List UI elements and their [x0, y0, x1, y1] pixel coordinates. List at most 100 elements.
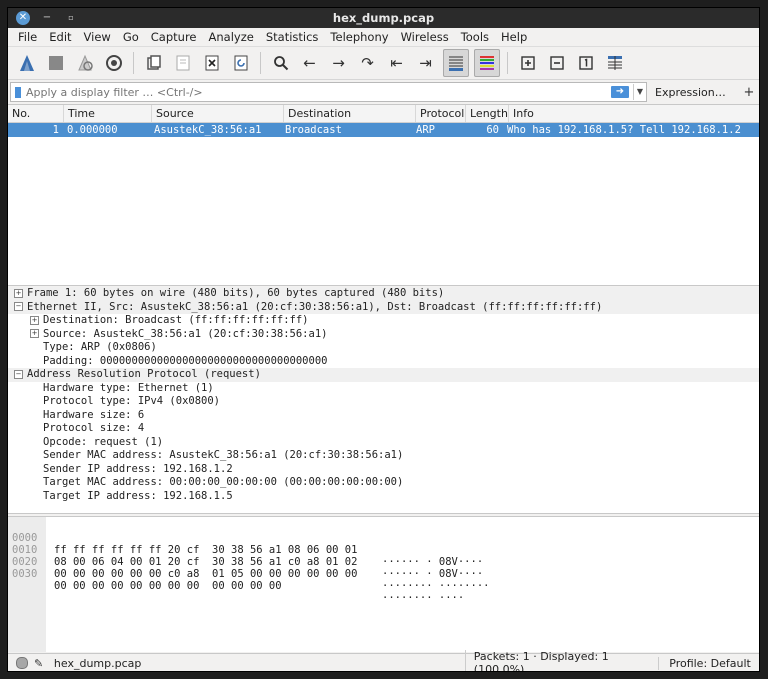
close-file-icon[interactable] — [200, 51, 224, 75]
menu-analyze[interactable]: Analyze — [203, 30, 260, 44]
hex-row[interactable]: 0000 ff ff ff ff ff ff 20 cf 30 38 56 a1… — [8, 520, 483, 568]
find-packet-icon[interactable] — [269, 51, 293, 75]
status-profile[interactable]: Profile: Default — [658, 656, 759, 670]
open-file-icon[interactable] — [142, 51, 166, 75]
hex-ascii: ······ · 08V···· — [382, 568, 484, 580]
collapse-icon[interactable]: − — [14, 369, 23, 379]
hex-bytes: ff ff ff ff ff ff 20 cf 30 38 56 a1 08 0… — [54, 544, 358, 556]
menu-bar: File Edit View Go Capture Analyze Statis… — [8, 28, 759, 47]
column-info[interactable]: Info — [509, 105, 759, 122]
go-to-packet-icon[interactable]: ↷ — [356, 51, 380, 75]
hex-offset: 0030 — [12, 568, 38, 580]
hex-ascii: ········ ···· — [382, 592, 465, 604]
packet-list-header: No. Time Source Destination Protocol Len… — [8, 105, 759, 123]
restart-capture-icon[interactable] — [73, 51, 97, 75]
title-bar: ✕ − ▫ hex_dump.pcap — [8, 8, 759, 28]
menu-edit[interactable]: Edit — [43, 30, 77, 44]
column-time[interactable]: Time — [64, 105, 152, 122]
edit-comment-icon[interactable]: ✎ — [34, 657, 48, 670]
go-back-icon[interactable]: ← — [298, 51, 322, 75]
last-packet-icon[interactable]: ⇥ — [414, 51, 438, 75]
hex-ascii: ······ · 08V···· — [382, 556, 484, 568]
capture-options-icon[interactable] — [102, 51, 126, 75]
main-toolbar: ← → ↷ ⇤ ⇥ — [8, 47, 759, 80]
column-protocol[interactable]: Protocol — [416, 105, 466, 122]
expert-info-icon[interactable] — [16, 657, 28, 669]
tree-item-arp-field[interactable]: Target IP address: 192.168.1.5 — [8, 490, 759, 504]
packet-no: 1 — [52, 124, 59, 136]
filter-dropdown-icon[interactable]: ▼ — [633, 84, 646, 100]
zoom-in-icon[interactable] — [516, 51, 540, 75]
column-destination[interactable]: Destination — [284, 105, 416, 122]
packet-destination: Broadcast — [285, 124, 342, 136]
tree-item-arp-field[interactable]: Hardware size: 6 — [8, 409, 759, 423]
tree-item-arp-field[interactable]: Sender IP address: 192.168.1.2 — [8, 463, 759, 477]
resize-columns-icon[interactable] — [603, 51, 627, 75]
menu-capture[interactable]: Capture — [145, 30, 203, 44]
normal-size-icon[interactable] — [574, 51, 598, 75]
menu-tools[interactable]: Tools — [455, 30, 495, 44]
packet-length: 60 — [486, 124, 499, 136]
autoscroll-icon[interactable] — [442, 49, 469, 77]
menu-go[interactable]: Go — [117, 30, 145, 44]
expand-icon[interactable]: + — [14, 288, 23, 298]
menu-statistics[interactable]: Statistics — [260, 30, 325, 44]
packet-source: AsustekC_38:56:a1 — [154, 124, 262, 136]
toolbar-separator — [507, 52, 508, 74]
tree-item-eth-type[interactable]: Type: ARP (0x0806) — [8, 341, 759, 355]
display-filter-input[interactable] — [26, 85, 611, 99]
tree-item-arp-field[interactable]: Opcode: request (1) — [8, 436, 759, 450]
hex-row[interactable]: 0030 00 00 00 00 00 00 00 00 00 00 00 00… — [8, 556, 464, 604]
display-filter-box: ➜ ▼ — [10, 82, 647, 102]
hex-row[interactable]: 0020 00 00 00 00 00 00 c0 a8 01 05 00 00… — [8, 544, 489, 592]
bookmark-icon[interactable] — [15, 86, 21, 98]
packet-row[interactable]: 1 0.000000 AsustekC_38:56:a1 Broadcast A… — [8, 123, 759, 137]
menu-view[interactable]: View — [78, 30, 117, 44]
packet-details: + Frame 1: 60 bytes on wire (480 bits), 6… — [8, 287, 759, 514]
hex-bytes: 08 00 06 04 00 01 20 cf 30 38 56 a1 c0 a… — [54, 556, 358, 568]
tree-item-eth-padding[interactable]: Padding: 0000000000000000000000000000000… — [8, 355, 759, 369]
menu-file[interactable]: File — [12, 30, 43, 44]
column-source[interactable]: Source — [152, 105, 284, 122]
tree-item-frame[interactable]: + Frame 1: 60 bytes on wire (480 bits), 6… — [8, 287, 759, 301]
status-file: hex_dump.pcap — [53, 656, 142, 670]
first-packet-icon[interactable]: ⇤ — [385, 51, 409, 75]
save-file-icon[interactable] — [171, 51, 195, 75]
tree-item-arp[interactable]: − Address Resolution Protocol (request) — [8, 368, 759, 382]
wireshark-window: ✕ − ▫ hex_dump.pcap File Edit View Go Ca… — [8, 8, 759, 671]
menu-wireless[interactable]: Wireless — [395, 30, 455, 44]
toolbar-separator — [260, 52, 261, 74]
menu-help[interactable]: Help — [495, 30, 533, 44]
column-length[interactable]: Length — [466, 105, 509, 122]
add-filter-button[interactable]: + — [741, 85, 757, 100]
hex-row[interactable]: 0010 08 00 06 04 00 01 20 cf 30 38 56 a1… — [8, 532, 483, 580]
tree-item-eth-destination[interactable]: + Destination: Broadcast (ff:ff:ff:ff:ff:… — [8, 314, 759, 328]
expand-icon[interactable]: + — [30, 329, 39, 338]
colorize-icon[interactable] — [473, 49, 500, 77]
tree-item-arp-field[interactable]: Protocol type: IPv4 (0x0800) — [8, 395, 759, 409]
go-forward-icon[interactable]: → — [327, 51, 351, 75]
display-filter-bar: ➜ ▼ Expression… + — [10, 82, 757, 102]
hex-ascii: ········ ········ — [382, 580, 490, 592]
tree-item-arp-field[interactable]: Target MAC address: 00:00:00_00:00:00 (0… — [8, 476, 759, 490]
tree-item-arp-field[interactable]: Protocol size: 4 — [8, 422, 759, 436]
tree-item-arp-field[interactable]: Sender MAC address: AsustekC_38:56:a1 (2… — [8, 449, 759, 463]
stop-capture-icon[interactable] — [44, 51, 68, 75]
window-title: hex_dump.pcap — [332, 11, 435, 25]
start-capture-icon[interactable] — [15, 51, 39, 75]
expand-icon[interactable]: + — [30, 315, 39, 325]
menu-telephony[interactable]: Telephony — [324, 30, 394, 44]
zoom-out-icon[interactable] — [545, 51, 569, 75]
packet-bytes: 0000 ff ff ff ff ff ff 20 cf 30 38 56 a1… — [8, 516, 759, 652]
packet-time: 0.000000 — [67, 124, 118, 136]
apply-filter-icon[interactable]: ➜ — [611, 86, 629, 98]
packet-list: No. Time Source Destination Protocol Len… — [8, 104, 759, 286]
tree-item-eth-source[interactable]: + Source: AsustekC_38:56:a1 (20:cf:30:38:… — [8, 328, 759, 342]
tree-item-arp-field[interactable]: Hardware type: Ethernet (1) — [8, 382, 759, 396]
expression-button[interactable]: Expression… — [647, 86, 741, 99]
reload-file-icon[interactable] — [229, 51, 253, 75]
packet-info: Who has 192.168.1.5? Tell 192.168.1.2 — [507, 124, 741, 136]
collapse-icon[interactable]: − — [14, 302, 23, 311]
column-no[interactable]: No. — [8, 105, 64, 122]
tree-item-ethernet[interactable]: − Ethernet II, Src: AsustekC_38:56:a1 (20… — [8, 300, 759, 314]
